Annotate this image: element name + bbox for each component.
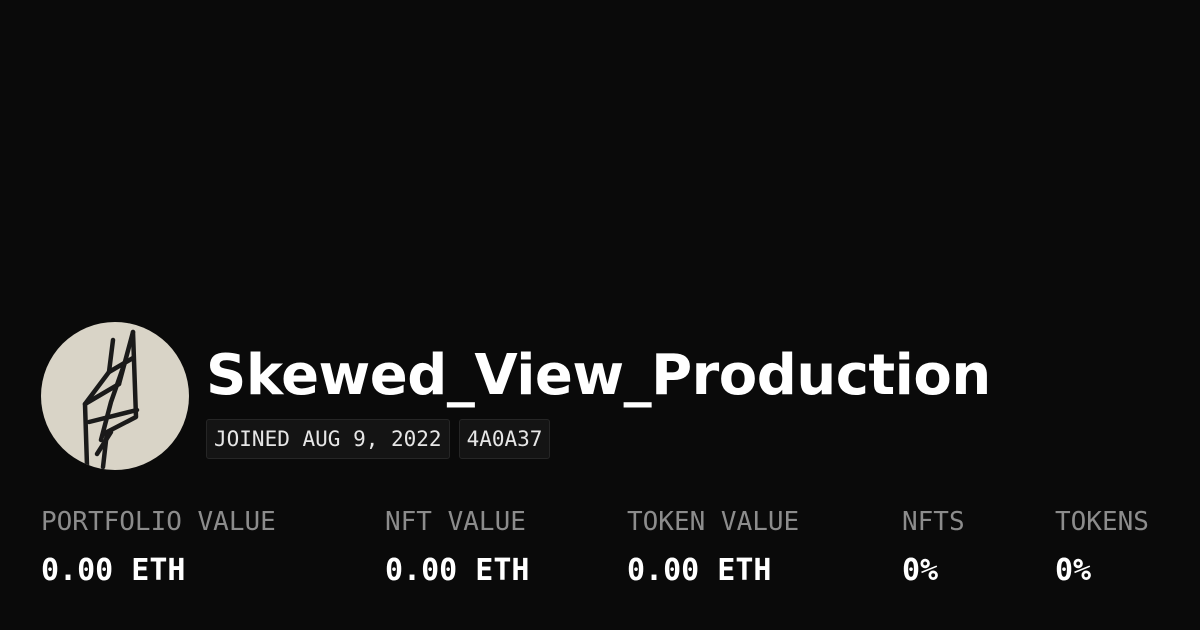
account-id-badge: 4A0A37 <box>458 419 551 459</box>
sketch-grid-avatar-icon <box>82 329 140 470</box>
stat-value: 0% <box>902 553 939 588</box>
stat-portfolio-value: PORTFOLIO VALUE 0.00 ETH <box>41 504 276 590</box>
stat-value: 0.00 ETH <box>385 553 530 588</box>
profile-name: Skewed_View_Production <box>206 343 991 408</box>
stat-value: 0.00 ETH <box>41 553 186 588</box>
stat-label: PORTFOLIO VALUE <box>41 507 276 537</box>
stat-label: TOKENS <box>1055 507 1149 537</box>
stat-value: 0.00 ETH <box>627 553 772 588</box>
stat-label: TOKEN VALUE <box>627 507 800 537</box>
stat-value: 0% <box>1055 553 1092 588</box>
stat-nft-value: NFT VALUE 0.00 ETH <box>385 504 530 590</box>
stat-label: NFTS <box>902 507 965 537</box>
stat-tokens: TOKENS 0% <box>1055 504 1149 590</box>
stat-label: NFT VALUE <box>385 507 526 537</box>
joined-date-badge: JOINED AUG 9, 2022 <box>206 419 450 459</box>
avatar <box>41 322 189 470</box>
stat-token-value: TOKEN VALUE 0.00 ETH <box>627 504 799 590</box>
profile-tags: JOINED AUG 9, 2022 4A0A37 <box>206 419 551 459</box>
stat-nfts: NFTS 0% <box>902 504 965 590</box>
